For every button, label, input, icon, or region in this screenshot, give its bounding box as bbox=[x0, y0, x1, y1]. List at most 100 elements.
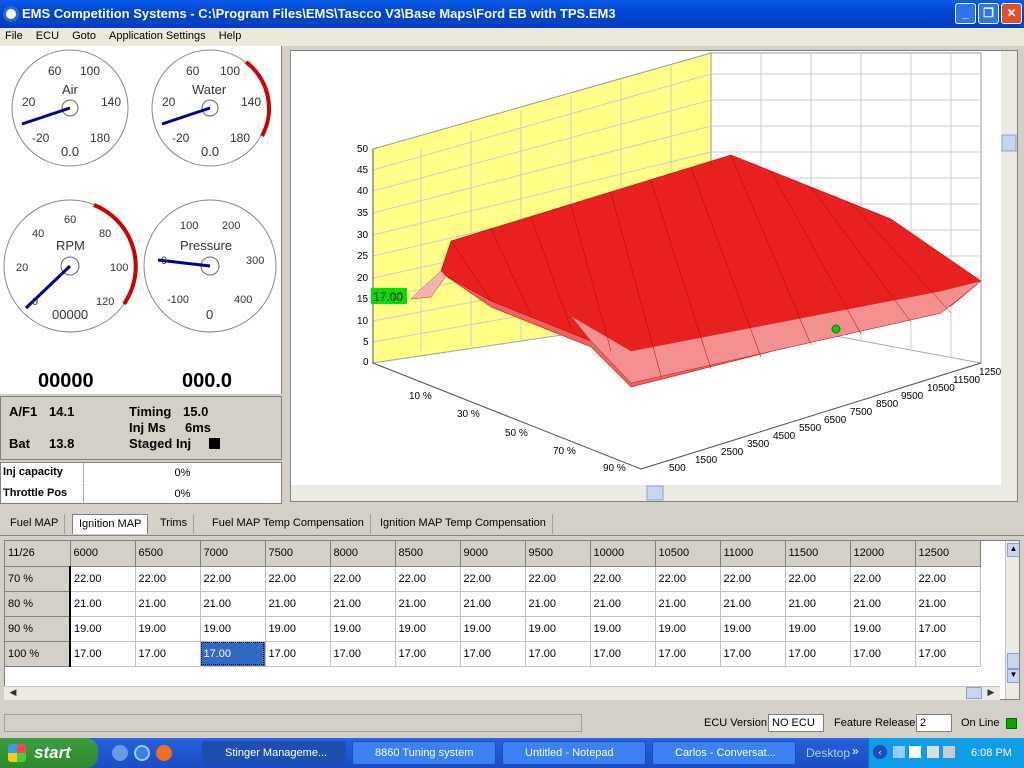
map-cell[interactable]: 22.00 bbox=[720, 566, 786, 592]
map-cell[interactable]: 17.00 bbox=[395, 641, 461, 667]
water-tick-180: 180 bbox=[230, 131, 250, 145]
table-vscroll-thumb[interactable] bbox=[1007, 653, 1019, 669]
map-cell[interactable]: 17.00 bbox=[70, 641, 136, 667]
map-cell[interactable]: 21.00 bbox=[915, 591, 981, 617]
plot-vscroll[interactable] bbox=[1001, 51, 1017, 485]
map-cell[interactable]: 17.00 bbox=[655, 641, 721, 667]
map-cell[interactable]: 21.00 bbox=[850, 591, 916, 617]
volume-icon[interactable] bbox=[943, 746, 955, 758]
menu-help[interactable]: Help bbox=[214, 28, 247, 44]
map-cell[interactable]: 22.00 bbox=[655, 566, 721, 592]
map-cell[interactable]: 17.00 bbox=[590, 641, 656, 667]
menu-goto[interactable]: Goto bbox=[67, 28, 101, 44]
table-hscroll-thumb[interactable] bbox=[966, 687, 982, 699]
map-cell[interactable]: 21.00 bbox=[70, 591, 136, 617]
map-cell[interactable]: 19.00 bbox=[655, 616, 721, 642]
ignition-map-3d-plot[interactable]: 50 45 40 35 30 25 20 15 10 5 0 17.00 10 … bbox=[290, 50, 1018, 502]
menu-file[interactable]: File bbox=[0, 28, 28, 44]
plot-hscroll-thumb[interactable] bbox=[646, 485, 664, 501]
map-cell[interactable]: 17.00 bbox=[785, 641, 851, 667]
map-cell[interactable]: 22.00 bbox=[70, 566, 136, 592]
map-cell[interactable]: 17.00 bbox=[850, 641, 916, 667]
map-cell[interactable]: 17.00 bbox=[200, 641, 266, 667]
minimize-button[interactable]: _ bbox=[955, 3, 976, 24]
usb-icon[interactable] bbox=[927, 746, 939, 758]
quicklaunch-desktop-icon[interactable] bbox=[112, 745, 128, 761]
map-cell[interactable]: 19.00 bbox=[525, 616, 591, 642]
map-cell[interactable]: 22.00 bbox=[200, 566, 266, 592]
map-cell[interactable]: 22.00 bbox=[915, 566, 981, 592]
map-cell[interactable]: 17.00 bbox=[525, 641, 591, 667]
clock[interactable]: 6:08 PM bbox=[971, 738, 1012, 768]
map-cell[interactable]: 17.00 bbox=[915, 616, 981, 642]
map-cell[interactable]: 21.00 bbox=[135, 591, 201, 617]
map-cell[interactable]: 22.00 bbox=[850, 566, 916, 592]
map-cell[interactable]: 21.00 bbox=[265, 591, 331, 617]
start-button[interactable]: start bbox=[0, 738, 98, 768]
network-icon[interactable] bbox=[893, 746, 905, 758]
map-cell[interactable]: 19.00 bbox=[135, 616, 201, 642]
map-cell[interactable]: 17.00 bbox=[135, 641, 201, 667]
map-cell[interactable]: 22.00 bbox=[395, 566, 461, 592]
map-cell[interactable]: 22.00 bbox=[525, 566, 591, 592]
close-button[interactable]: ✕ bbox=[1001, 3, 1022, 24]
map-cell[interactable]: 19.00 bbox=[265, 616, 331, 642]
map-cell[interactable]: 21.00 bbox=[525, 591, 591, 617]
map-cell[interactable]: 22.00 bbox=[265, 566, 331, 592]
map-cell[interactable]: 17.00 bbox=[460, 641, 526, 667]
map-cell[interactable]: 21.00 bbox=[590, 591, 656, 617]
map-cell[interactable]: 19.00 bbox=[70, 616, 136, 642]
map-cell[interactable]: 19.00 bbox=[200, 616, 266, 642]
map-cell[interactable]: 19.00 bbox=[785, 616, 851, 642]
map-cell[interactable]: 21.00 bbox=[720, 591, 786, 617]
menu-ecu[interactable]: ECU bbox=[31, 28, 64, 44]
tab-trims[interactable]: Trims bbox=[154, 514, 195, 534]
map-cell[interactable]: 22.00 bbox=[460, 566, 526, 592]
map-cell[interactable]: 22.00 bbox=[590, 566, 656, 592]
maximize-button[interactable]: ❐ bbox=[978, 3, 999, 24]
map-cell[interactable]: 17.00 bbox=[720, 641, 786, 667]
map-cell[interactable]: 19.00 bbox=[850, 616, 916, 642]
map-cell[interactable]: 19.00 bbox=[330, 616, 396, 642]
ie-icon[interactable] bbox=[134, 745, 150, 761]
scroll-down-icon[interactable]: ▼ bbox=[1007, 669, 1019, 683]
task-notepad[interactable]: Untitled - Notepad bbox=[502, 741, 646, 765]
toolbar-expand-icon[interactable]: » bbox=[852, 744, 859, 758]
tab-ignition-map-temp-compensation[interactable]: Ignition MAP Temp Compensation bbox=[374, 514, 553, 534]
map-cell[interactable]: 19.00 bbox=[460, 616, 526, 642]
map-cell[interactable]: 17.00 bbox=[330, 641, 396, 667]
table-hscroll[interactable]: ◀ ▶ bbox=[4, 686, 1000, 700]
table-vscroll[interactable]: ▲ ▼ bbox=[1005, 541, 1019, 699]
map-cell[interactable]: 17.00 bbox=[915, 641, 981, 667]
feature-release-field[interactable]: 2 bbox=[916, 714, 952, 732]
firefox-icon[interactable] bbox=[156, 745, 172, 761]
map-cell[interactable]: 21.00 bbox=[460, 591, 526, 617]
tab-ignition-map[interactable]: Ignition MAP bbox=[72, 514, 149, 534]
tab-fuel-map-temp-compensation[interactable]: Fuel MAP Temp Compensation bbox=[206, 514, 371, 534]
scroll-left-icon[interactable]: ◀ bbox=[6, 687, 20, 699]
task-stinger[interactable]: Stinger Manageme... bbox=[202, 741, 346, 765]
scroll-up-icon[interactable]: ▲ bbox=[1007, 543, 1019, 557]
task-tuning-system[interactable]: 8860 Tuning system bbox=[352, 741, 496, 765]
map-cell[interactable]: 21.00 bbox=[655, 591, 721, 617]
map-cell[interactable]: 22.00 bbox=[330, 566, 396, 592]
scroll-right-icon[interactable]: ▶ bbox=[984, 687, 998, 699]
map-cell[interactable]: 19.00 bbox=[395, 616, 461, 642]
map-cell[interactable]: 19.00 bbox=[590, 616, 656, 642]
task-conversation[interactable]: Carlos - Conversat... bbox=[652, 741, 796, 765]
map-cell[interactable]: 22.00 bbox=[135, 566, 201, 592]
map-cell[interactable]: 21.00 bbox=[395, 591, 461, 617]
ecu-version-field[interactable]: NO ECU bbox=[768, 714, 824, 732]
tray-app-icon[interactable] bbox=[909, 746, 921, 758]
menu-application-settings[interactable]: Application Settings bbox=[104, 28, 211, 44]
map-cell[interactable]: 22.00 bbox=[785, 566, 851, 592]
plot-vscroll-thumb[interactable] bbox=[1001, 134, 1017, 152]
map-cell[interactable]: 21.00 bbox=[330, 591, 396, 617]
map-cell[interactable]: 21.00 bbox=[200, 591, 266, 617]
tab-fuel-map[interactable]: Fuel MAP bbox=[4, 514, 66, 534]
desktop-toolbar-label[interactable]: Desktop bbox=[806, 746, 850, 760]
tray-expand-icon[interactable]: ‹ bbox=[873, 745, 887, 759]
map-cell[interactable]: 17.00 bbox=[265, 641, 331, 667]
map-cell[interactable]: 19.00 bbox=[720, 616, 786, 642]
map-cell[interactable]: 21.00 bbox=[785, 591, 851, 617]
